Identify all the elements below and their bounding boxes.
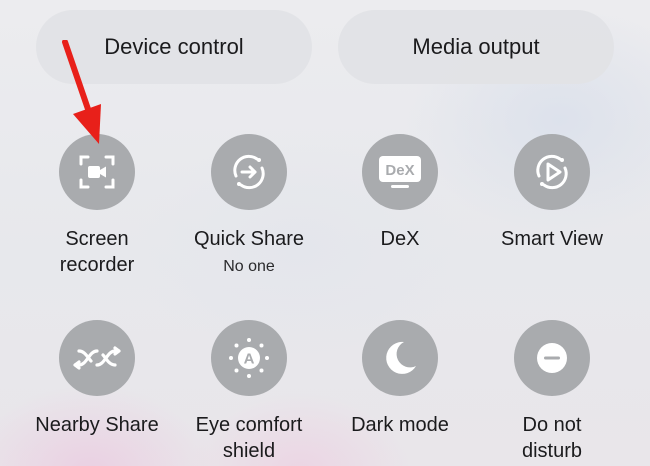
do-not-disturb-icon <box>537 343 567 373</box>
dark-mode-toggle[interactable] <box>362 320 438 396</box>
screen-recorder-icon <box>79 155 115 189</box>
tile-dex[interactable]: DeX DeX <box>325 134 475 252</box>
tile-dark-mode[interactable]: Dark mode <box>325 320 475 438</box>
dex-toggle[interactable]: DeX <box>362 134 438 210</box>
tile-label-line2: disturb <box>521 440 583 462</box>
arrow-head <box>73 104 101 144</box>
media-output-label: Media output <box>412 34 540 59</box>
tile-label-line1: Nearby Share <box>35 414 159 436</box>
tile-label-line2: recorder <box>59 254 135 276</box>
tile-label-line2: shield <box>222 440 276 462</box>
tile-quick-share[interactable]: Quick Share No one <box>174 134 324 278</box>
dark-mode-icon <box>386 341 416 374</box>
quick-share-status: No one <box>223 258 275 275</box>
device-control-label: Device control <box>104 34 244 59</box>
tile-label-line1: Do not <box>522 414 582 436</box>
quick-share-icon <box>233 154 265 190</box>
nearby-share-toggle[interactable] <box>59 320 135 396</box>
quick-share-toggle[interactable] <box>211 134 287 210</box>
tile-label-line1: Smart View <box>501 228 603 250</box>
dex-icon: DeX <box>379 156 421 188</box>
tile-label-line1: Screen <box>65 228 129 250</box>
tile-label-line1: DeX <box>380 228 420 250</box>
tile-do-not-disturb[interactable]: Do not disturb <box>477 320 627 464</box>
tile-label-line1: Quick Share <box>193 228 305 250</box>
tile-label-line1: Dark mode <box>351 414 449 436</box>
dex-icon-text: DeX <box>385 162 414 179</box>
tile-nearby-share[interactable]: Nearby Share <box>22 320 172 438</box>
do-not-disturb-toggle[interactable] <box>514 320 590 396</box>
eye-comfort-shield-toggle[interactable]: A <box>211 320 287 396</box>
eye-comfort-icon-text: A <box>244 351 255 368</box>
nearby-share-icon <box>73 346 121 370</box>
arrow-shaft <box>62 40 92 115</box>
media-output-button[interactable]: Media output <box>338 10 614 84</box>
annotation-arrow <box>62 40 101 144</box>
tile-screen-recorder[interactable]: Screen recorder <box>22 134 172 278</box>
tile-label-line1: Eye comfort <box>195 414 303 436</box>
tile-eye-comfort-shield[interactable]: A Eye comfort shield <box>174 320 324 464</box>
eye-comfort-shield-icon: A <box>229 338 269 378</box>
smart-view-icon <box>536 154 568 190</box>
tile-smart-view[interactable]: Smart View <box>477 134 627 252</box>
smart-view-toggle[interactable] <box>514 134 590 210</box>
